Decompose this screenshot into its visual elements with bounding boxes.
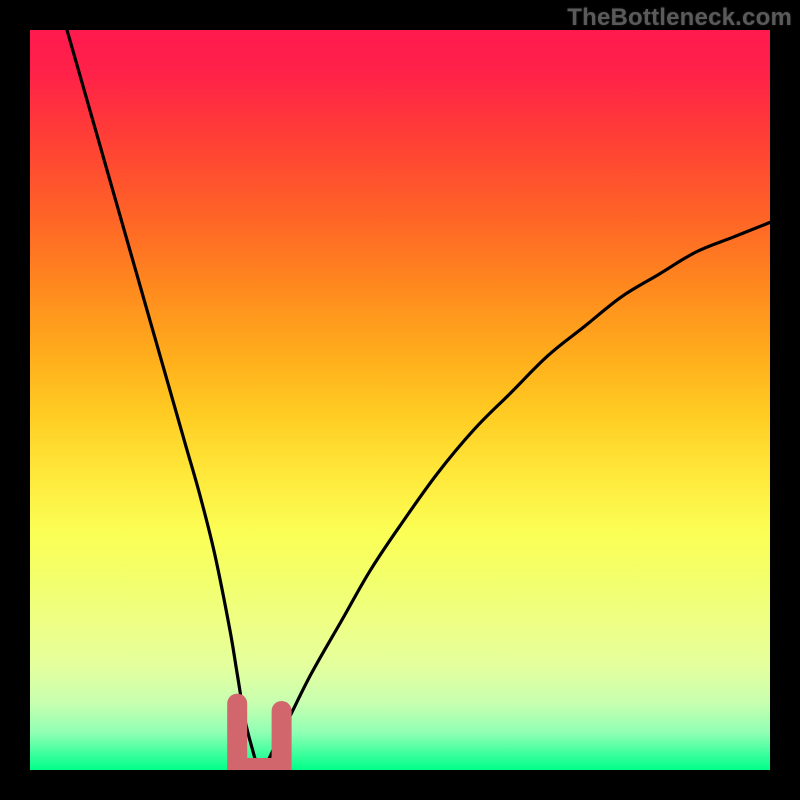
watermark-text: TheBottleneck.com bbox=[567, 4, 792, 32]
chart-frame: { "watermark": "TheBottleneck.com", "col… bbox=[0, 0, 800, 800]
bottleneck-chart bbox=[30, 30, 770, 770]
chart-background bbox=[30, 30, 770, 770]
